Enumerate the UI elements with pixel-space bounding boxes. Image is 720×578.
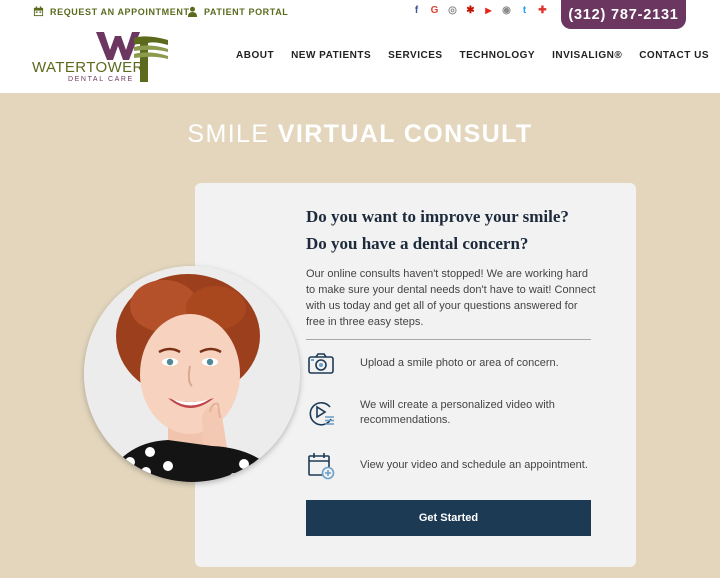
- request-appointment-label: Request an Appointment: [50, 6, 190, 17]
- instagram-icon[interactable]: ◎: [447, 5, 458, 17]
- page-title: Smile Virtual Consult: [0, 120, 720, 149]
- request-appointment-link[interactable]: Request an Appointment: [33, 6, 190, 17]
- main-nav: About New Patients Services Technology I…: [236, 50, 720, 61]
- camera-icon: [308, 353, 334, 374]
- nav-item-about[interactable]: About: [236, 50, 274, 61]
- step-3-text: View your video and schedule an appointm…: [360, 458, 588, 471]
- portrait-image: [84, 266, 300, 482]
- page-title-light: Smile: [187, 120, 270, 148]
- video-play-icon: [309, 401, 334, 426]
- step-2-text: We will create a personalized video with…: [360, 399, 555, 426]
- smiling-woman-photo: [84, 266, 300, 482]
- question-heading-1: Do you want to improve your smile?: [306, 207, 569, 226]
- page-title-bold: Virtual Consult: [277, 120, 533, 148]
- site-logo[interactable]: WATERTOWER DENTAL CARE: [32, 30, 172, 86]
- step-1-text: Upload a smile photo or area of concern.: [360, 356, 559, 369]
- rss-icon[interactable]: ◉: [501, 5, 512, 17]
- step-schedule-appointment: View your video and schedule an appointm…: [306, 443, 596, 487]
- patient-portal-label: Patient Portal: [204, 6, 289, 17]
- youtube-icon[interactable]: ▶: [483, 5, 494, 17]
- question-heading-2: Do you have a dental concern?: [306, 234, 529, 253]
- divider: [306, 339, 591, 340]
- calendar-icon: [33, 6, 44, 17]
- step-personalized-video: We will create a personalized video with…: [306, 391, 596, 435]
- nav-item-new-patients[interactable]: New Patients: [291, 50, 371, 61]
- nav-item-invisalign[interactable]: Invisalign®: [552, 50, 622, 61]
- logo-wordmark: WATERTOWER: [32, 59, 144, 76]
- nav-item-technology[interactable]: Technology: [460, 50, 536, 61]
- intro-paragraph: Our online consults haven't stopped! We …: [306, 268, 596, 328]
- virtual-consult-section: Smile Virtual Consult Do you want to imp…: [0, 93, 720, 578]
- health-icon[interactable]: ✚: [537, 5, 548, 17]
- patient-portal-link[interactable]: Patient Portal: [187, 6, 288, 17]
- top-utility-bar: Request an Appointment Patient Portal f …: [0, 0, 720, 29]
- phone-button[interactable]: (312) 787-2131: [561, 0, 686, 29]
- yelp-icon[interactable]: ✱: [465, 5, 476, 17]
- calendar-add-icon: [308, 453, 335, 480]
- user-icon: [187, 6, 198, 17]
- google-icon[interactable]: G: [429, 5, 440, 17]
- step-upload-photo: Upload a smile photo or area of concern.: [306, 342, 596, 384]
- nav-item-services[interactable]: Services: [388, 50, 442, 61]
- nav-item-contact-us[interactable]: Contact Us: [639, 50, 709, 61]
- social-links: f G ◎ ✱ ▶ ◉ t ✚: [411, 5, 548, 17]
- facebook-icon[interactable]: f: [411, 5, 422, 17]
- get-started-button[interactable]: Get Started: [306, 500, 591, 536]
- twitter-icon[interactable]: t: [519, 5, 530, 17]
- logo-subtitle: DENTAL CARE: [68, 76, 134, 83]
